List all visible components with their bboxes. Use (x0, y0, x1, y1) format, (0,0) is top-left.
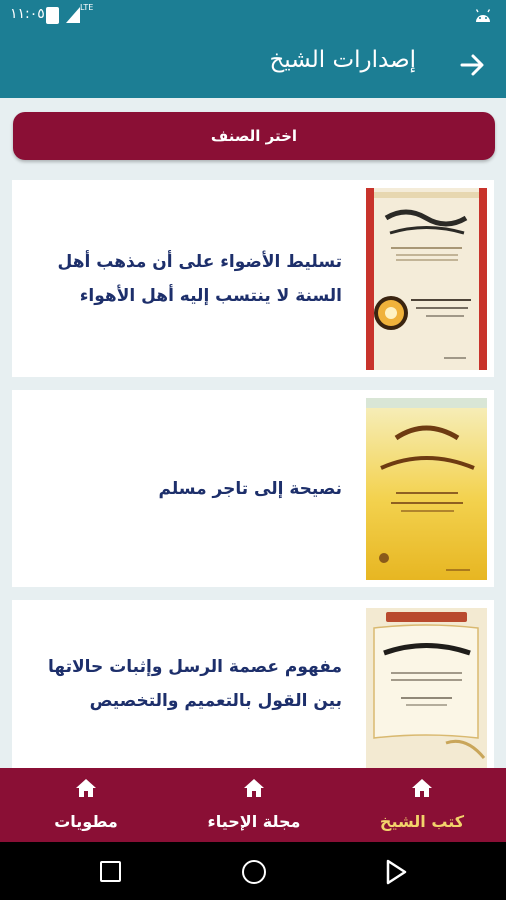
home-button[interactable] (242, 860, 266, 884)
book-cover-art (366, 398, 487, 580)
book-card[interactable]: نصيحة إلى تاجر مسلم (12, 390, 494, 587)
system-navigation-bar (0, 842, 506, 900)
book-cover-image (366, 398, 487, 580)
android-icon (475, 9, 491, 22)
nav-item-ihyaa-magazine[interactable]: مجلة الإحياء (170, 768, 338, 842)
bottom-navigation: كتب الشيخ مجلة الإحياء مطويات (0, 768, 506, 842)
home-icon (244, 779, 264, 797)
book-card[interactable]: مفهوم عصمة الرسل وإثبات حالاتها بين القو… (12, 600, 494, 768)
category-select-button[interactable]: اختر الصنف (13, 112, 495, 160)
book-title: مفهوم عصمة الرسل وإثبات حالاتها بين القو… (48, 657, 342, 711)
clock: ١١:٠٥ (10, 6, 45, 22)
nav-item-sheikh-books[interactable]: كتب الشيخ (338, 768, 506, 842)
recents-button[interactable] (100, 861, 121, 882)
nav-label: كتب الشيخ (379, 812, 465, 831)
home-icon (76, 779, 96, 797)
home-icon (412, 779, 432, 797)
nav-label: مجلة الإحياء (207, 812, 301, 831)
network-type: LTE (80, 3, 94, 12)
book-title: تسليط الأضواء على أن مذهب أهل السنة لا ي… (57, 251, 342, 306)
book-cover-image (366, 608, 487, 768)
status-bar: ١١:٠٥ LTE (0, 0, 506, 31)
book-cover-art (366, 608, 487, 768)
signal-icon (66, 7, 80, 23)
book-cover-art (366, 188, 487, 370)
page-title: إصدارات الشيخ (269, 47, 416, 73)
nav-item-brochures[interactable]: مطويات (2, 768, 170, 842)
book-cover-image (366, 188, 487, 370)
battery-saver-icon (46, 7, 59, 24)
arrow-right-icon[interactable] (456, 49, 488, 81)
book-title: نصيحة إلى تاجر مسلم (158, 478, 343, 499)
back-triangle-icon[interactable] (385, 859, 407, 885)
nav-label: مطويات (54, 812, 118, 831)
book-card[interactable]: تسليط الأضواء على أن مذهب أهل السنة لا ي… (12, 180, 494, 377)
app-bar: إصدارات الشيخ (0, 31, 506, 98)
